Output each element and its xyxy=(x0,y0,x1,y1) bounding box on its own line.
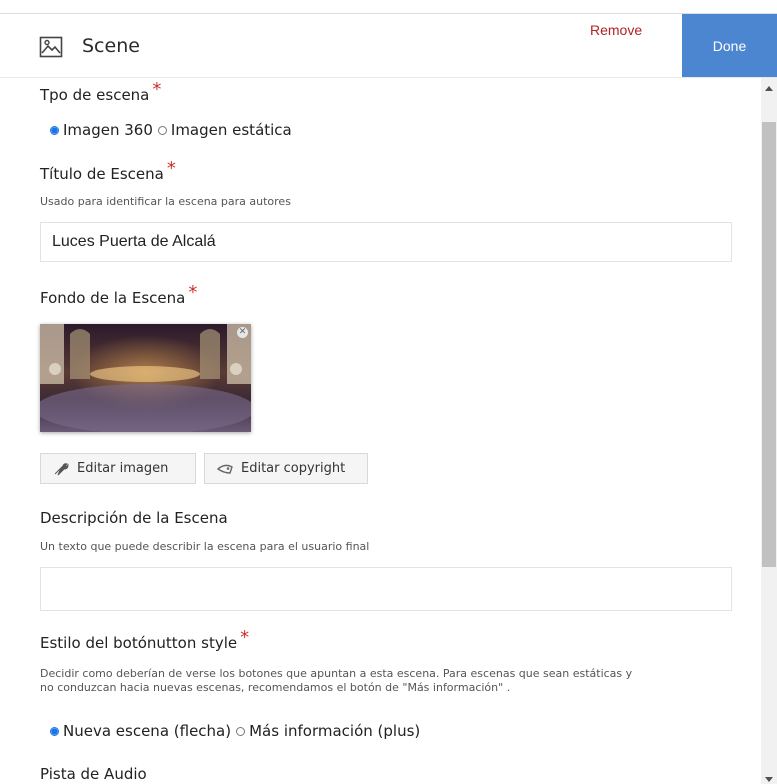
edit-copyright-button[interactable]: Editar copyright xyxy=(204,453,368,484)
required-mark: * xyxy=(152,79,162,100)
tag-icon xyxy=(217,464,233,474)
scene-description-help: Un texto que puede describir la escena p… xyxy=(40,540,370,553)
scene-type-options: Imagen 360 Imagen estática xyxy=(50,121,297,139)
edit-image-label: Editar imagen xyxy=(77,461,169,476)
radio-selected-icon[interactable] xyxy=(50,125,59,135)
background-label: Fondo de la Escena * xyxy=(40,282,197,308)
scrollbar-thumb[interactable] xyxy=(762,122,776,567)
required-mark: * xyxy=(240,627,250,648)
scroll-down-arrow-icon[interactable] xyxy=(765,777,773,782)
scene-description-label: Descripción de la Escena xyxy=(40,509,228,527)
scene-type-option-static-label: Imagen estática xyxy=(170,121,292,139)
button-style-label: Estilo del botónutton style * xyxy=(40,627,249,653)
scroll-up-arrow-icon[interactable] xyxy=(765,86,773,91)
audio-track-label: Pista de Audio xyxy=(40,765,147,783)
scene-title-label: Título de Escena * xyxy=(40,158,176,184)
done-button[interactable]: Done xyxy=(682,14,777,77)
scene-title-input[interactable]: Luces Puerta de Alcalá xyxy=(40,222,732,262)
remove-image-button[interactable]: ✕ xyxy=(237,327,248,338)
close-icon: ✕ xyxy=(238,327,247,337)
button-style-description-line2: no conduzcan hacia nuevas escenas, recom… xyxy=(40,681,511,694)
wrench-icon xyxy=(54,462,69,475)
background-label-text: Fondo de la Escena xyxy=(40,289,186,307)
scene-type-label: Tpo de escena * xyxy=(40,79,161,105)
scene-title-description: Usado para identificar la escena para au… xyxy=(40,195,291,208)
background-thumbnail xyxy=(40,324,251,432)
button-style-label-text: Estilo del botónutton style xyxy=(40,634,238,652)
radio-unselected-icon[interactable] xyxy=(157,125,167,135)
button-style-option-plus-label: Más información (plus) xyxy=(249,722,421,740)
edit-image-button[interactable]: Editar imagen xyxy=(40,453,196,484)
button-style-options: Nueva escena (flecha) Más información (p… xyxy=(50,722,425,740)
required-mark: * xyxy=(188,282,198,303)
required-mark: * xyxy=(166,158,176,179)
button-style-option-arrow-label: Nueva escena (flecha) xyxy=(63,722,232,740)
scene-type-option-static[interactable]: Imagen estática xyxy=(157,121,292,139)
image-icon xyxy=(39,36,63,58)
edit-copyright-label: Editar copyright xyxy=(241,461,346,476)
scene-type-option-360[interactable]: Imagen 360 xyxy=(50,121,153,139)
scene-type-option-360-label: Imagen 360 xyxy=(63,121,153,139)
vertical-scrollbar[interactable] xyxy=(761,78,777,784)
remove-button[interactable]: Remove xyxy=(590,22,642,38)
radio-unselected-icon[interactable] xyxy=(236,726,246,736)
button-style-description-line1: Decidir como deberían de verse los boton… xyxy=(40,667,633,680)
button-style-option-arrow[interactable]: Nueva escena (flecha) xyxy=(50,722,231,740)
header-title: Scene xyxy=(82,35,140,57)
scene-header: Scene xyxy=(0,14,777,78)
scene-description-input[interactable] xyxy=(40,567,732,611)
radio-selected-icon[interactable] xyxy=(50,726,59,736)
button-style-option-plus[interactable]: Más información (plus) xyxy=(236,722,420,740)
scene-type-label-text: Tpo de escena xyxy=(40,86,150,104)
scene-title-label-text: Título de Escena xyxy=(40,165,164,183)
